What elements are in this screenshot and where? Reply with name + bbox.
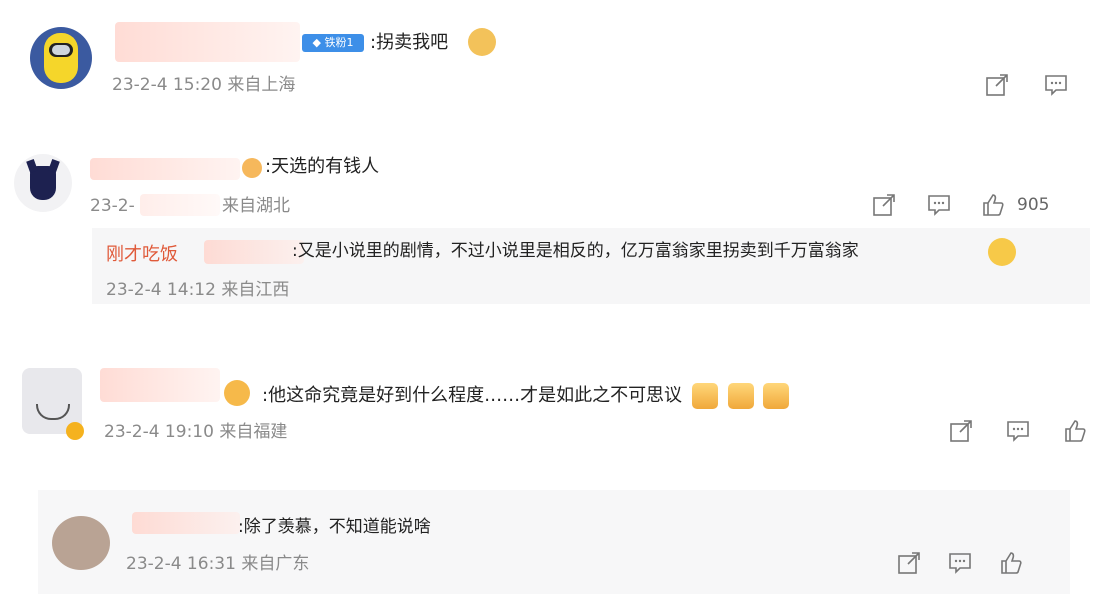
comment-text: :天选的有钱人 — [265, 156, 380, 177]
comment-meta: 23-2-4 19:10 来自福建 — [104, 422, 288, 442]
reply-text: :又是小说里的剧情，不过小说里是相反的，亿万富翁家里拐卖到千万富翁家 — [292, 241, 859, 261]
comment-meta: 23-2-4 15:20 来自上海 — [112, 75, 296, 95]
username-blurred[interactable] — [132, 512, 240, 534]
avatar[interactable] — [30, 27, 92, 89]
comment-meta: 23-2- — [90, 196, 135, 216]
share-icon[interactable] — [871, 192, 897, 218]
avatar[interactable] — [14, 154, 72, 212]
fan-badge: ◆ 铁粉1 — [302, 34, 364, 52]
thumbs-up-emoji-icon — [691, 383, 718, 409]
comment-icon[interactable] — [947, 550, 973, 576]
avatar[interactable] — [52, 516, 110, 570]
username-blurred[interactable] — [100, 368, 220, 402]
like-icon[interactable] — [980, 192, 1006, 218]
username-blurred — [204, 240, 304, 264]
share-icon[interactable] — [984, 72, 1010, 98]
comment-text-content: :他这命究竟是好到什么程度……才是如此之不可思议 — [262, 385, 683, 406]
share-icon[interactable] — [948, 418, 974, 444]
reply-meta: 23-2-4 14:12 来自江西 — [106, 280, 290, 300]
like-count: 905 — [1017, 195, 1050, 215]
username-blurred[interactable] — [90, 158, 240, 180]
meta-blurred — [140, 194, 220, 216]
like-icon[interactable] — [1062, 418, 1088, 444]
thumbs-up-emoji-icon — [727, 383, 754, 409]
comment-text: :拐卖我吧 — [370, 32, 449, 53]
reply-thread: :除了羡慕，不知道能说啥 23-2-4 16:31 来自广东 — [38, 490, 1070, 594]
reply-author[interactable]: 刚才吃饭 — [106, 240, 178, 266]
diamond-icon: ◆ — [312, 36, 321, 49]
comment-text: :除了羡慕，不知道能说啥 — [238, 517, 431, 537]
comment-meta: 23-2-4 16:31 来自广东 — [126, 554, 310, 574]
doge-emoji-icon — [468, 28, 496, 56]
comment-icon[interactable] — [1005, 418, 1031, 444]
comment-text: :他这命究竟是好到什么程度……才是如此之不可思议 — [262, 383, 790, 409]
comment-icon[interactable] — [926, 192, 952, 218]
badge-label: 铁粉1 — [324, 36, 354, 49]
username-blurred[interactable] — [115, 22, 300, 62]
crown-emoji-icon — [224, 380, 250, 406]
comment-location: 来自湖北 — [222, 196, 290, 216]
vip-emoji-icon — [242, 158, 262, 178]
like-icon[interactable] — [998, 550, 1024, 576]
verified-icon — [66, 422, 84, 440]
share-icon[interactable] — [896, 550, 922, 576]
thumbs-up-emoji-icon — [763, 383, 790, 409]
reply-thread: 刚才吃饭 :又是小说里的剧情，不过小说里是相反的，亿万富翁家里拐卖到千万富翁家 … — [92, 228, 1090, 304]
comment-icon[interactable] — [1043, 72, 1069, 98]
laugh-cry-emoji-icon — [988, 238, 1016, 266]
